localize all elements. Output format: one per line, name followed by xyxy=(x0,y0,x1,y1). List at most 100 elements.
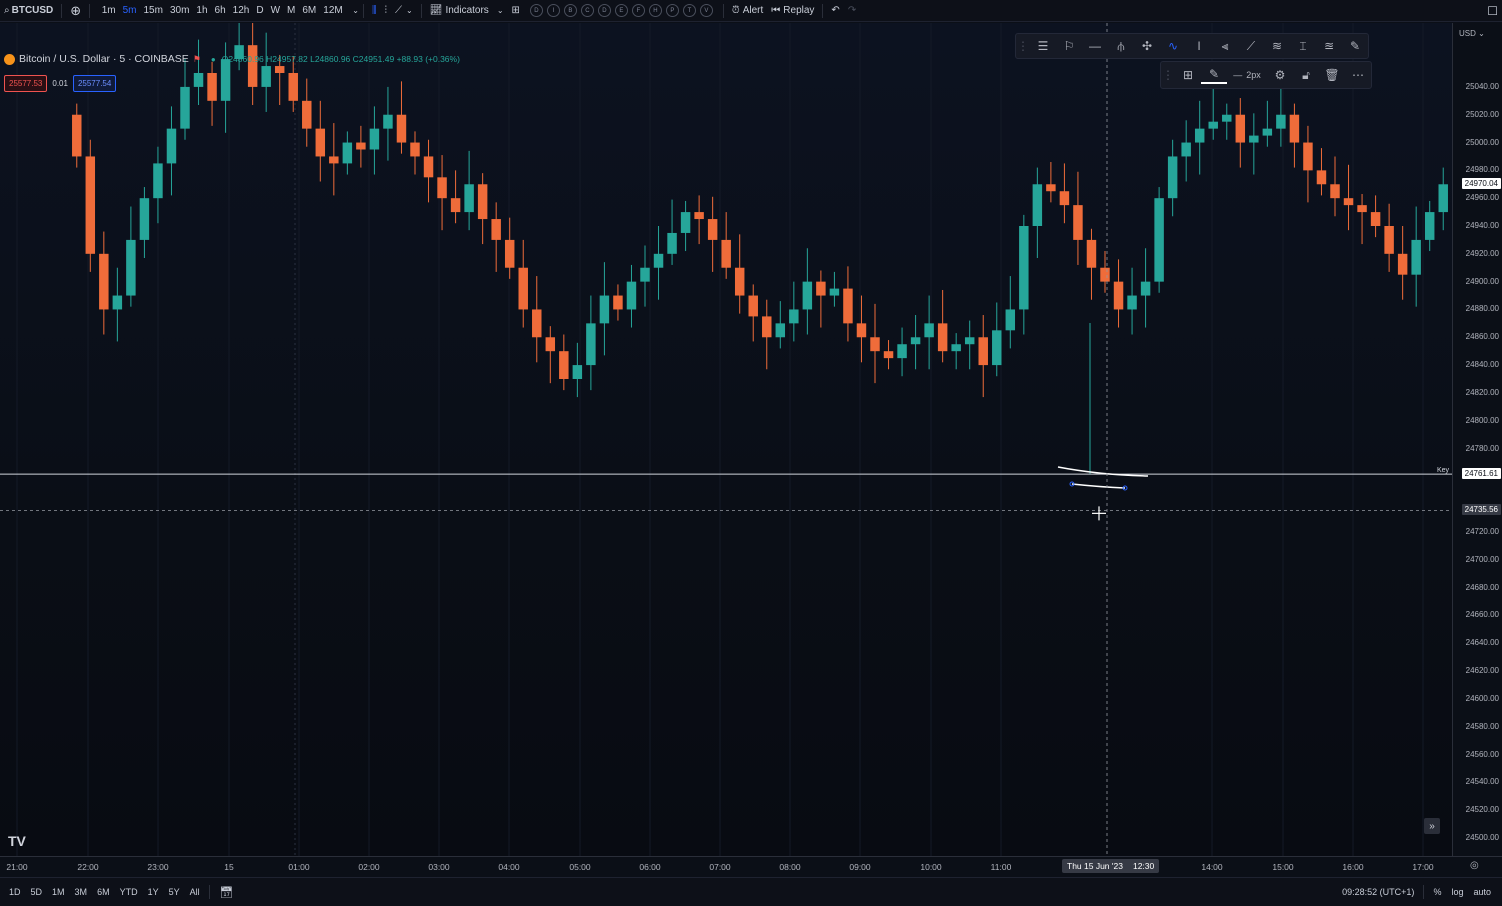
horizontal-line-icon[interactable]: — xyxy=(1082,35,1108,57)
chevron-down-icon[interactable]: ⌄ xyxy=(352,6,359,15)
scroll-to-realtime-button[interactable]: » xyxy=(1424,818,1440,834)
time-label: 22:00 xyxy=(77,862,99,872)
symbol-search[interactable]: ⌕ BTCUSD xyxy=(0,0,57,22)
pitchfork-icon[interactable]: ⫛ xyxy=(1108,35,1134,57)
drag-handle-icon[interactable]: ⋮ xyxy=(1161,64,1175,86)
redo-button[interactable]: ↷ xyxy=(844,0,860,22)
timeframe-1m[interactable]: 1m xyxy=(98,5,119,16)
gann-icon[interactable]: ✣ xyxy=(1134,35,1160,57)
text-tool-icon[interactable]: ⌶ xyxy=(1290,35,1316,57)
quick-button-6[interactable]: F xyxy=(631,4,645,17)
drawn-curve[interactable] xyxy=(1057,466,1149,477)
range-all[interactable]: All xyxy=(185,887,205,897)
timeframe-6h[interactable]: 6h xyxy=(211,5,229,16)
candle-body xyxy=(870,337,880,352)
more-icon[interactable]: ⋯ xyxy=(1345,64,1371,86)
chart-pane[interactable]: Key Bitcoin / U.S. Dollar · 5 · COINBASE… xyxy=(0,23,1452,856)
layout-button[interactable]: ⊞ xyxy=(508,0,524,22)
range-3m[interactable]: 3M xyxy=(70,887,93,897)
price-label: 24780.00 xyxy=(1465,443,1499,453)
range-1m[interactable]: 1M xyxy=(47,887,70,897)
timeframe-15m[interactable]: 15m xyxy=(140,5,166,16)
auto-scale-toggle[interactable]: auto xyxy=(1468,887,1496,897)
quick-button-3[interactable]: C xyxy=(580,4,594,17)
time-axis[interactable]: ◎ 21:00 22:00 23:00 15 01:00 02:00 03:00 04:00 0… xyxy=(0,856,1502,877)
quick-button-4[interactable]: D xyxy=(597,4,611,17)
ruler-icon[interactable]: ≊ xyxy=(1316,35,1342,57)
template-icon[interactable]: ⊞ xyxy=(1175,64,1201,86)
price-label: 24860.00 xyxy=(1465,332,1499,342)
quick-button-7[interactable]: H xyxy=(648,4,662,17)
timeframe-5m[interactable]: 5m xyxy=(119,5,140,16)
flag-icon[interactable]: ⚑ xyxy=(193,54,201,65)
tradingview-logo[interactable]: TV xyxy=(8,833,26,849)
horizontal-lines-icon[interactable]: ☰ xyxy=(1030,35,1056,57)
color-picker-icon[interactable]: ✎ xyxy=(1201,66,1227,84)
timeframe-6M[interactable]: 6M xyxy=(299,5,320,16)
range-1y[interactable]: 1Y xyxy=(143,887,164,897)
quick-button-5[interactable]: E xyxy=(614,4,628,17)
fib-fan-icon[interactable]: ⫷ xyxy=(1212,35,1238,57)
chart-legend: Bitcoin / U.S. Dollar · 5 · COINBASE ⚑ ●… xyxy=(4,53,460,65)
percent-scale-toggle[interactable]: % xyxy=(1428,887,1446,897)
time-axis-settings[interactable]: ◎ xyxy=(1470,860,1479,871)
quick-button-9[interactable]: T xyxy=(682,4,696,17)
line-width-button[interactable]: — 2px xyxy=(1227,64,1267,86)
range-ytd[interactable]: YTD xyxy=(115,887,143,897)
candle-body xyxy=(247,45,258,87)
price-axis[interactable]: USD ⌄ 25040.00 25020.00 25000.00 24980.00 24… xyxy=(1452,23,1502,856)
range-buttons: 1D 5D 1M 3M 6M YTD 1Y 5Y All xyxy=(0,887,205,897)
quick-button-0[interactable]: D xyxy=(529,4,543,17)
buy-button[interactable]: 25577.54 xyxy=(72,75,117,92)
symbol-title[interactable]: Bitcoin / U.S. Dollar · 5 · COINBASE xyxy=(19,53,189,65)
pencil-icon[interactable]: ✎ xyxy=(1342,35,1368,57)
quick-button-8[interactable]: P xyxy=(665,4,679,17)
lock-icon[interactable]: 🔓︎ xyxy=(1293,64,1319,86)
candle-body xyxy=(640,267,650,282)
top-toolbar: ⌕ BTCUSD ⊕ 1m 5m 15m 30m 1h 6h 12h D W M 6M 12M ⌄ ⫼… xyxy=(0,0,1502,22)
quick-button-2[interactable]: B xyxy=(563,4,577,17)
price-label: 24600.00 xyxy=(1465,693,1499,703)
indicators-button[interactable]: 📈︎ Indicators ⌄ xyxy=(426,0,508,22)
drag-handle-icon[interactable]: ⋮ xyxy=(1016,35,1030,57)
parallel-channel-icon[interactable]: ≋ xyxy=(1264,35,1290,57)
range-5d[interactable]: 5D xyxy=(26,887,48,897)
vertical-line-icon[interactable]: ǀ xyxy=(1186,35,1212,57)
alert-button[interactable]: ⏰︎ Alert xyxy=(728,0,767,22)
curve-tool-icon[interactable]: ∿ xyxy=(1160,35,1186,57)
quick-button-10[interactable]: V xyxy=(699,4,713,17)
timeframe-D[interactable]: D xyxy=(253,5,267,16)
sell-button[interactable]: 25577.53 xyxy=(4,75,48,92)
log-scale-toggle[interactable]: log xyxy=(1446,887,1468,897)
drawn-curve[interactable] xyxy=(1071,483,1126,489)
timeframe-30m[interactable]: 30m xyxy=(166,5,192,16)
candlestick-chart[interactable]: Key xyxy=(0,23,1452,856)
goto-date-button[interactable]: 📅︎ xyxy=(214,886,240,899)
line-chart-button[interactable]: ⟋ ⌄ xyxy=(391,0,417,22)
time-label: 07:00 xyxy=(709,862,731,872)
timeframe-1h[interactable]: 1h xyxy=(193,5,211,16)
timeframe-12M[interactable]: 12M xyxy=(320,5,346,16)
timeframe-W[interactable]: W xyxy=(267,5,283,16)
undo-button[interactable]: ↶ xyxy=(827,0,843,22)
range-5y[interactable]: 5Y xyxy=(164,887,185,897)
clock[interactable]: 09:28:52 (UTC+1) xyxy=(1337,887,1419,897)
range-6m[interactable]: 6M xyxy=(92,887,115,897)
range-1d[interactable]: 1D xyxy=(4,887,26,897)
bar-chart-button[interactable]: ⫶ xyxy=(381,0,392,22)
currency-selector[interactable]: USD ⌄ xyxy=(1459,29,1485,38)
flag-pole-icon[interactable]: ⚐ xyxy=(1056,35,1082,57)
candle-body xyxy=(992,330,1002,366)
timeframe-12h[interactable]: 12h xyxy=(229,5,253,16)
trade-buttons: 25577.53 0.01 25577.54 xyxy=(4,75,117,92)
quick-button-1[interactable]: I xyxy=(546,4,560,17)
settings-icon[interactable]: ⚙ xyxy=(1267,64,1293,86)
time-label: 06:00 xyxy=(639,862,661,872)
chart-type-button[interactable]: ⫼ xyxy=(368,0,381,22)
compare-button[interactable]: ⊕ xyxy=(66,0,85,22)
fullscreen-button[interactable]: ☐ xyxy=(1483,0,1502,22)
timeframe-M[interactable]: M xyxy=(284,5,299,16)
replay-button[interactable]: ⏮︎ Replay xyxy=(767,0,818,22)
trash-icon[interactable]: 🗑︎ xyxy=(1319,64,1345,86)
trend-line-icon[interactable]: ⟋ xyxy=(1238,35,1264,57)
